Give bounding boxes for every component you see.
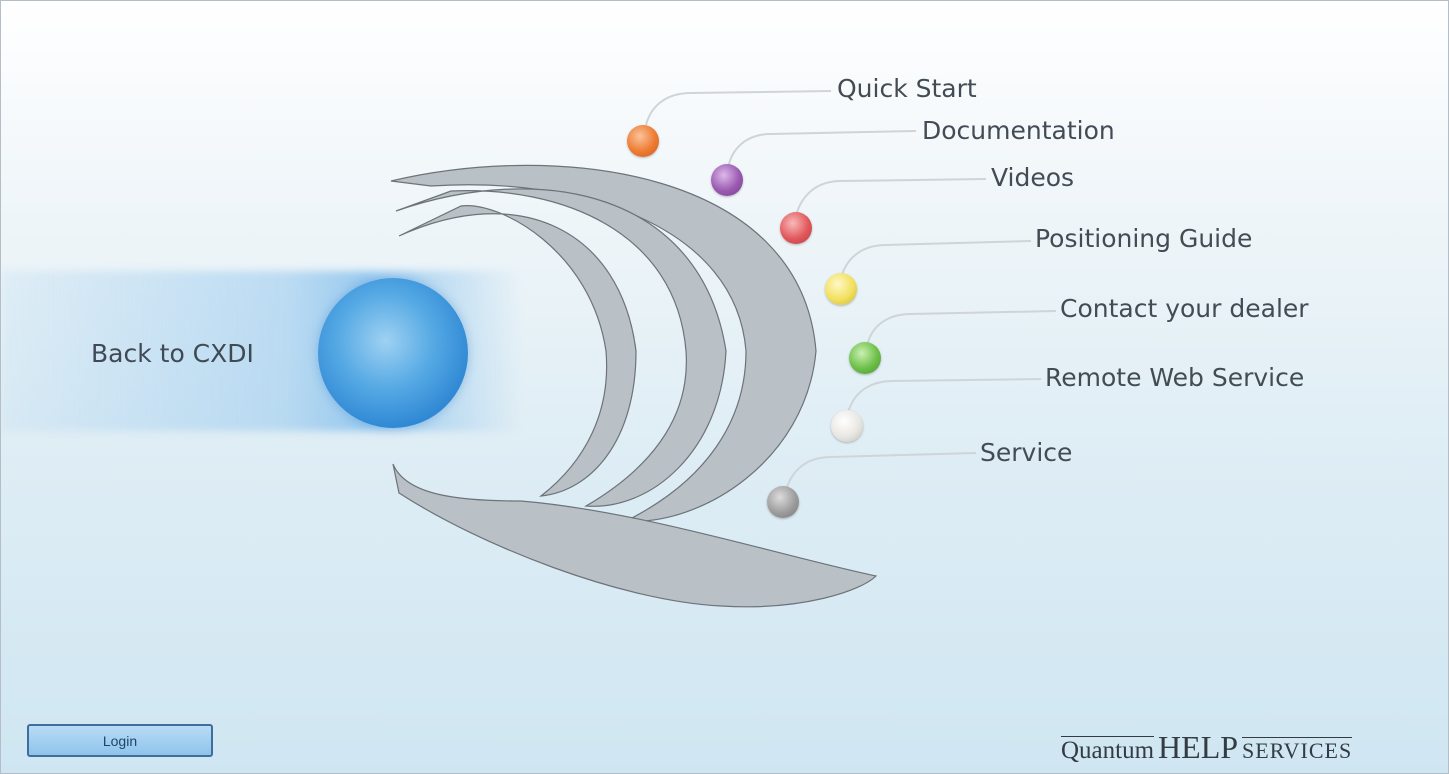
brand-word-help: HELP [1158,729,1239,765]
quick-start-orb[interactable] [627,125,659,157]
help-screen: Back to CXDI Quick Start Documentation V… [0,0,1449,774]
contact-dealer-orb[interactable] [849,342,881,374]
menu-quick-start[interactable]: Quick Start [837,74,977,103]
remote-web-service-orb[interactable] [831,410,863,442]
menu-contact-your-dealer[interactable]: Contact your dealer [1060,294,1309,323]
menu-positioning-guide[interactable]: Positioning Guide [1035,224,1252,253]
videos-orb[interactable] [780,212,812,244]
menu-documentation[interactable]: Documentation [922,116,1115,145]
service-orb[interactable] [767,486,799,518]
positioning-guide-orb[interactable] [825,273,857,305]
brand-logo: Quantum HELP SERVICES [1061,729,1353,766]
logo-crescent-inner [398,205,637,497]
login-button[interactable]: Login [27,724,213,757]
menu-videos[interactable]: Videos [991,163,1074,192]
documentation-orb[interactable] [711,164,743,196]
brand-word-services: SERVICES [1242,737,1353,763]
brand-word-quantum: Quantum [1061,736,1155,764]
menu-service[interactable]: Service [980,438,1072,467]
menu-remote-web-service[interactable]: Remote Web Service [1045,363,1304,392]
